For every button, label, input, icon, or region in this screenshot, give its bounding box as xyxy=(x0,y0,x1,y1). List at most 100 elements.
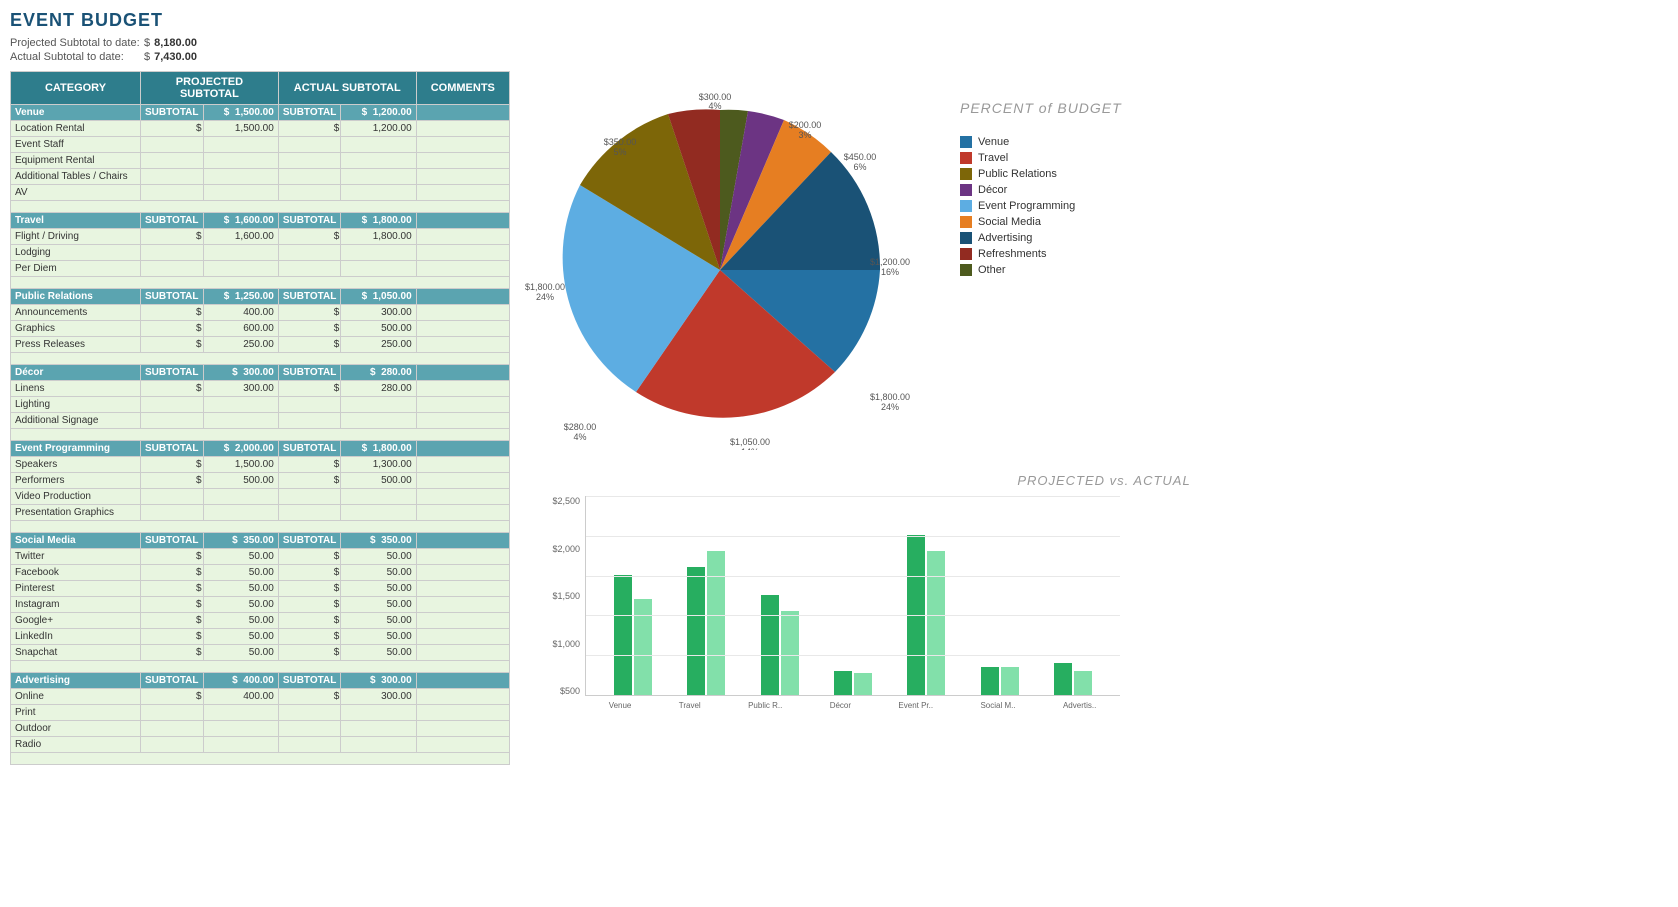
legend-item: Other xyxy=(960,264,1122,276)
header-actual: ACTUAL SUBTOTAL xyxy=(278,72,416,105)
item-comment xyxy=(416,413,509,429)
legend-color xyxy=(960,168,972,180)
bar-x-label: Social M.. xyxy=(980,701,1015,710)
item-comment xyxy=(416,457,509,473)
svg-text:24%: 24% xyxy=(881,402,899,412)
item-name: Location Rental xyxy=(11,121,141,137)
table-row: Facebook $50.00 $50.00 xyxy=(11,565,510,581)
category-name: Advertising xyxy=(11,673,141,689)
legend-color xyxy=(960,232,972,244)
item-name: Lighting xyxy=(11,397,141,413)
subtotal-label: SUBTOTAL xyxy=(141,365,204,381)
projected-dollar: $ xyxy=(144,37,150,49)
category-row: Décor SUBTOTAL $ 300.00 SUBTOTAL $ 280.0… xyxy=(11,365,510,381)
legend-item: Décor xyxy=(960,184,1122,196)
item-comment xyxy=(416,489,509,505)
item-name: AV xyxy=(11,185,141,201)
projected-bar xyxy=(1054,663,1072,695)
item-comment xyxy=(416,121,509,137)
item-name: Linens xyxy=(11,381,141,397)
table-row: Additional Tables / Chairs xyxy=(11,169,510,185)
table-row: Additional Signage xyxy=(11,413,510,429)
item-name: Additional Tables / Chairs xyxy=(11,169,141,185)
actual-subtotal-label: SUBTOTAL xyxy=(278,673,341,689)
legend-label: Décor xyxy=(978,184,1007,196)
table-row: Online $400.00 $300.00 xyxy=(11,689,510,705)
budget-table: CATEGORY PROJECTED SUBTOTAL ACTUAL SUBTO… xyxy=(10,71,510,765)
legend-label: Other xyxy=(978,264,1006,276)
category-row: Social Media SUBTOTAL $ 350.00 SUBTOTAL … xyxy=(11,533,510,549)
item-name: Performers xyxy=(11,473,141,489)
item-comment xyxy=(416,397,509,413)
table-row: Snapchat $50.00 $50.00 xyxy=(11,645,510,661)
actual-bar xyxy=(707,551,725,695)
table-row: Twitter $50.00 $50.00 xyxy=(11,549,510,565)
category-row: Advertising SUBTOTAL $ 400.00 SUBTOTAL $… xyxy=(11,673,510,689)
category-name: Event Programming xyxy=(11,441,141,457)
projected-bar xyxy=(687,567,705,695)
spacer-row xyxy=(11,521,510,533)
subtotal-label: SUBTOTAL xyxy=(141,105,204,121)
actual-subtotal: $ 1,800.00 xyxy=(341,441,416,457)
bar-pair xyxy=(981,667,1019,695)
bar-x-label: Advertis.. xyxy=(1063,701,1096,710)
table-row: Speakers $1,500.00 $1,300.00 xyxy=(11,457,510,473)
subtotal-label: SUBTOTAL xyxy=(141,673,204,689)
subtotal-label: SUBTOTAL xyxy=(141,441,204,457)
item-comment xyxy=(416,721,509,737)
item-comment xyxy=(416,169,509,185)
table-row: Press Releases $250.00 $250.00 xyxy=(11,337,510,353)
item-comment xyxy=(416,613,509,629)
table-header: CATEGORY PROJECTED SUBTOTAL ACTUAL SUBTO… xyxy=(11,72,510,105)
item-name: LinkedIn xyxy=(11,629,141,645)
spacer-row xyxy=(11,429,510,441)
item-comment xyxy=(416,629,509,645)
legend-label: Advertising xyxy=(978,232,1032,244)
comments-cell xyxy=(416,289,509,305)
bar-x-label: Travel xyxy=(679,701,701,710)
item-comment xyxy=(416,549,509,565)
pie-chart-title: PERCENT of BUDGET xyxy=(960,100,1122,116)
actual-subtotal: $ 300.00 xyxy=(341,673,416,689)
category-row: Travel SUBTOTAL $ 1,600.00 SUBTOTAL $ 1,… xyxy=(11,213,510,229)
legend-label: Event Programming xyxy=(978,200,1075,212)
item-name: Press Releases xyxy=(11,337,141,353)
table-row: Lodging xyxy=(11,245,510,261)
table-row: Radio xyxy=(11,737,510,753)
header-category: CATEGORY xyxy=(11,72,141,105)
legend-label: Travel xyxy=(978,152,1008,164)
proj-subtotal: $ 1,500.00 xyxy=(203,105,278,121)
table-row: AV xyxy=(11,185,510,201)
actual-subtotal-label: SUBTOTAL xyxy=(278,533,341,549)
proj-subtotal: $ 400.00 xyxy=(203,673,278,689)
comments-cell xyxy=(416,673,509,689)
bar-pair xyxy=(614,575,652,695)
svg-text:$1,200.00: $1,200.00 xyxy=(870,257,910,267)
item-name: Print xyxy=(11,705,141,721)
table-row: Outdoor xyxy=(11,721,510,737)
legend-label: Social Media xyxy=(978,216,1041,228)
item-name: Event Staff xyxy=(11,137,141,153)
item-name: Instagram xyxy=(11,597,141,613)
item-comment xyxy=(416,565,509,581)
projected-value: 8,180.00 xyxy=(154,37,197,49)
legend-item: Travel xyxy=(960,152,1122,164)
bar-x-label: Public R.. xyxy=(748,701,782,710)
actual-subtotal-label: SUBTOTAL xyxy=(278,105,341,121)
bar-x-label: Venue xyxy=(609,701,632,710)
item-name: Flight / Driving xyxy=(11,229,141,245)
svg-text:14%: 14% xyxy=(741,447,759,450)
table-row: Event Staff xyxy=(11,137,510,153)
item-name: Twitter xyxy=(11,549,141,565)
svg-text:$350.00: $350.00 xyxy=(604,137,637,147)
table-row: Presentation Graphics xyxy=(11,505,510,521)
legend-color xyxy=(960,200,972,212)
legend-color xyxy=(960,264,972,276)
actual-dollar: $ xyxy=(144,51,150,63)
comments-cell xyxy=(416,365,509,381)
table-row: Video Production xyxy=(11,489,510,505)
legend-color xyxy=(960,248,972,260)
subtotal-label: SUBTOTAL xyxy=(141,213,204,229)
svg-text:4%: 4% xyxy=(573,432,586,442)
actual-subtotal-label: SUBTOTAL xyxy=(278,289,341,305)
